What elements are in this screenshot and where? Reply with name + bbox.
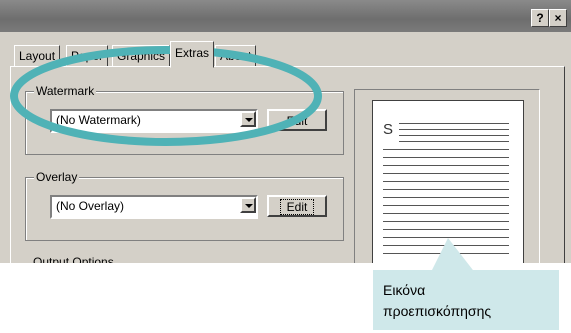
callout-text: Εικόνα προεπισκόπησης bbox=[383, 280, 491, 322]
callout-line-1: Εικόνα bbox=[383, 282, 426, 298]
tab-extras[interactable]: Extras bbox=[170, 41, 215, 68]
preview-callout: Εικόνα προεπισκόπησης bbox=[373, 270, 559, 330]
callout-line-2: προεπισκόπησης bbox=[383, 303, 492, 319]
